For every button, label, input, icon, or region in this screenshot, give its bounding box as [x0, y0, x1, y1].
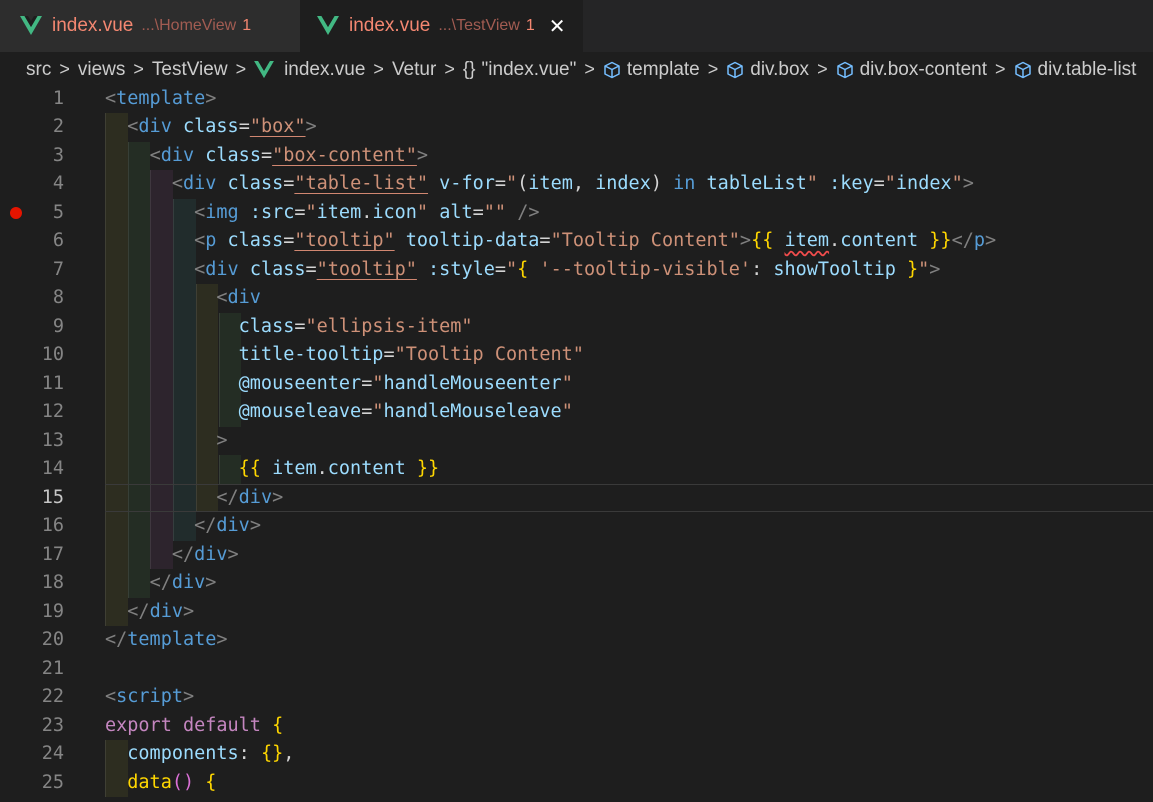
code-line: <div class="box">	[127, 116, 317, 137]
code-line: <div	[216, 287, 261, 308]
code-line: class="ellipsis-item"	[238, 315, 473, 337]
line-number: 24	[41, 743, 64, 764]
line-number: 11	[41, 372, 64, 394]
code-line: title-tooltip="Tooltip Content"	[238, 344, 584, 365]
tab-homeview-index[interactable]: index.vue ...\HomeView 1	[0, 0, 300, 52]
vue-file-icon	[254, 60, 274, 78]
code-line: </template>	[105, 629, 228, 650]
tab-problem-count: 1	[242, 17, 252, 34]
line-number: 17	[41, 543, 64, 565]
code-line: </div>	[171, 543, 239, 565]
breadcrumb-item-vetur[interactable]: Vetur	[392, 59, 436, 81]
breadcrumb-item-div-box-content[interactable]: div.box-content	[836, 59, 987, 81]
chevron-right-icon: >	[59, 59, 70, 79]
cube-icon	[1014, 61, 1031, 78]
code-line: <div class="table-list" v-for="(item, in…	[171, 173, 974, 194]
chevron-right-icon: >	[584, 59, 595, 79]
code-editor[interactable]: 1 2 3 4 5 6 7 8 9 10 11 12 13 14 15 16 17 18 19 20 21 22 23 24 2…	[0, 87, 1153, 802]
code-line: <div class="tooltip" :style="{ '--toolti…	[194, 258, 941, 280]
line-number: 8	[52, 287, 64, 308]
code-line: <p class="tooltip" tooltip-data="Tooltip…	[194, 230, 997, 251]
line-number: 22	[41, 686, 64, 707]
chevron-right-icon: >	[995, 59, 1006, 79]
code-line: >	[216, 429, 228, 451]
code-line: @mouseleave="handleMouseleave"	[238, 401, 573, 422]
code-line: @mouseenter="handleMouseenter"	[238, 372, 573, 394]
tab-bar: index.vue ...\HomeView 1 index.vue ...\T…	[0, 0, 1153, 52]
code-line: </div>	[194, 515, 261, 536]
chevron-right-icon: >	[817, 59, 828, 79]
breadcrumb: src > views > TestView > index.vue > Vet…	[0, 52, 1153, 87]
breadcrumb-label: div.table-list	[1037, 58, 1137, 80]
code-line: export default {	[105, 714, 284, 736]
code-line: </div>	[127, 600, 195, 622]
line-number: 12	[41, 401, 64, 422]
tab-problem-count: 1	[525, 17, 535, 34]
code-line: {{ item.content }}	[238, 458, 440, 479]
breadcrumb-label: "index.vue"	[481, 58, 577, 80]
line-number: 6	[52, 230, 64, 251]
line-number: 2	[52, 116, 64, 137]
breadcrumb-item-div-table-list[interactable]: div.table-list	[1014, 58, 1137, 81]
breadcrumb-item-document[interactable]: {} "index.vue"	[463, 59, 577, 81]
line-number: 5	[52, 201, 64, 223]
tab-file-path: ...\HomeView	[141, 17, 237, 34]
line-number: 15	[41, 486, 64, 508]
tab-file-path: ...\TestView	[438, 17, 520, 34]
breadcrumb-label: div.box	[750, 58, 810, 80]
line-number: 19	[41, 600, 64, 622]
breadcrumb-label: div.box-content	[859, 58, 988, 80]
chevron-right-icon: >	[133, 59, 144, 79]
code-line: <script>	[105, 686, 195, 707]
line-number: 3	[52, 144, 64, 166]
vue-file-icon	[20, 16, 42, 35]
chevron-right-icon: >	[373, 59, 384, 79]
code-line: <img :src="item.icon" alt="" />	[194, 201, 540, 223]
breadcrumb-item-views[interactable]: views	[78, 59, 126, 81]
chevron-right-icon: >	[235, 59, 247, 79]
chevron-right-icon: >	[707, 59, 719, 79]
line-number: 10	[41, 344, 64, 365]
breadcrumb-item-template[interactable]: template	[603, 59, 700, 81]
line-number: 20	[41, 629, 64, 650]
breadcrumb-item-testview[interactable]: TestView	[152, 59, 228, 81]
code-line: <template>	[105, 87, 217, 109]
vue-file-icon	[317, 16, 339, 35]
line-number: 9	[52, 315, 64, 337]
line-number: 4	[52, 173, 64, 194]
tab-file-name: index.vue	[349, 15, 431, 36]
line-number: 18	[41, 572, 64, 593]
code-line: <div class="box-content">	[149, 144, 429, 166]
tab-testview-index[interactable]: index.vue ...\TestView 1 ✕	[300, 0, 583, 52]
code-line: </div>	[149, 572, 217, 593]
line-number: 14	[41, 458, 64, 479]
code-line: components: {},	[127, 743, 295, 764]
cube-icon	[836, 61, 853, 78]
line-number: 1	[52, 87, 64, 109]
cube-icon	[604, 61, 620, 78]
breadcrumb-item-file[interactable]: index.vue	[254, 59, 365, 81]
chevron-right-icon: >	[444, 59, 455, 79]
code-line: </div>	[216, 486, 284, 508]
breadcrumb-item-src[interactable]: src	[26, 59, 51, 81]
breadcrumb-item-div-box[interactable]: div.box	[726, 59, 809, 81]
line-number: 23	[41, 714, 64, 736]
breadcrumb-label: index.vue	[284, 58, 366, 80]
line-number: 21	[41, 657, 64, 679]
line-number: 25	[41, 771, 64, 793]
close-icon[interactable]: ✕	[549, 14, 566, 39]
cube-icon	[727, 61, 744, 78]
code-line: data() {	[127, 771, 217, 793]
line-number: 13	[41, 429, 64, 451]
line-number: 16	[41, 515, 64, 536]
tab-file-name: index.vue	[52, 15, 134, 36]
braces-icon: {}	[462, 58, 476, 80]
line-number: 7	[52, 258, 64, 280]
breadcrumb-label: template	[626, 58, 700, 80]
